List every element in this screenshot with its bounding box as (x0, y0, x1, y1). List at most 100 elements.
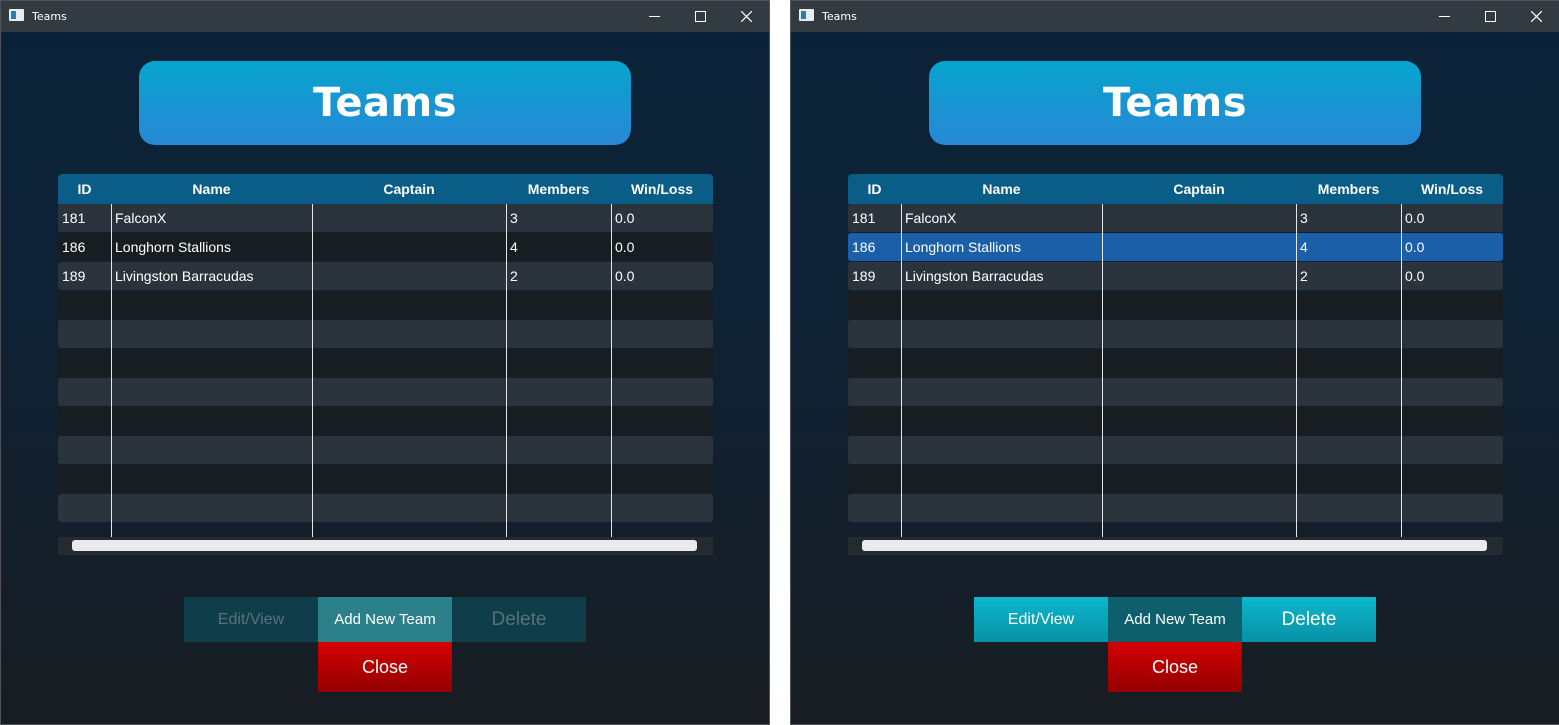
cell-captain (312, 262, 506, 290)
cell-id: 186 (852, 239, 876, 255)
empty-row (848, 378, 1503, 406)
page-header: Teams (139, 61, 631, 145)
minimize-icon[interactable] (1421, 1, 1467, 32)
page-title: Teams (1102, 80, 1248, 126)
cell-members: 2 (510, 268, 518, 284)
add-new-team-button[interactable]: Add New Team (318, 597, 452, 642)
table-row-selected[interactable]: 186 Longhorn Stallions 4 0.0 (848, 233, 1503, 261)
teams-table[interactable]: ID Name Captain Members Win/Loss 181 Fal… (848, 174, 1503, 555)
cell-id: 181 (62, 210, 86, 226)
scrollbar-thumb[interactable] (72, 540, 697, 551)
app-icon (799, 9, 814, 21)
cell-captain (312, 204, 506, 232)
column-divider (611, 204, 612, 537)
maximize-icon[interactable] (677, 1, 723, 32)
empty-row (58, 494, 713, 522)
column-header-winloss[interactable]: Win/Loss (611, 174, 713, 204)
empty-row (58, 407, 713, 435)
title-bar[interactable]: Teams (791, 1, 1559, 32)
empty-row (848, 320, 1503, 348)
cell-name: FalconX (115, 210, 167, 226)
close-icon[interactable] (1513, 1, 1559, 32)
column-header-captain[interactable]: Captain (1102, 174, 1296, 204)
empty-row (848, 436, 1503, 464)
column-divider (111, 204, 112, 537)
app-icon (9, 9, 24, 21)
close-icon[interactable] (723, 1, 769, 32)
empty-row (58, 349, 713, 377)
teams-window-2: Teams Teams ID Name Captain Members Win/… (790, 0, 1559, 725)
close-button[interactable]: Close (318, 642, 452, 692)
cell-winloss: 0.0 (1405, 268, 1425, 284)
cell-id: 181 (852, 210, 876, 226)
cell-name: Longhorn Stallions (905, 239, 1021, 255)
cell-winloss: 0.0 (1405, 239, 1425, 255)
cell-name: FalconX (905, 210, 957, 226)
minimize-icon[interactable] (631, 1, 677, 32)
scrollbar-thumb[interactable] (862, 540, 1487, 551)
edit-view-button[interactable]: Edit/View (974, 597, 1108, 642)
cell-members: 3 (1300, 210, 1308, 226)
cell-captain (1102, 204, 1296, 232)
empty-row (58, 320, 713, 348)
empty-row (848, 291, 1503, 319)
column-divider (312, 204, 313, 537)
title-bar[interactable]: Teams (1, 1, 769, 32)
cell-name: Livingston Barracudas (905, 268, 1044, 284)
table-row[interactable]: 181 FalconX 3 0.0 (848, 204, 1503, 232)
cell-winloss: 0.0 (1405, 210, 1425, 226)
column-header-members[interactable]: Members (506, 174, 611, 204)
horizontal-scrollbar[interactable] (58, 537, 713, 555)
table-row[interactable]: 186 Longhorn Stallions 4 0.0 (58, 233, 713, 261)
delete-button[interactable]: Delete (452, 597, 586, 642)
column-header-captain[interactable]: Captain (312, 174, 506, 204)
column-header-name[interactable]: Name (111, 174, 312, 204)
add-new-team-button[interactable]: Add New Team (1108, 597, 1242, 642)
cell-members: 3 (510, 210, 518, 226)
cell-id: 189 (852, 268, 876, 284)
column-divider (506, 204, 507, 537)
cell-captain (1102, 262, 1296, 290)
cell-captain (312, 233, 506, 261)
teams-window-1: Teams Teams ID Name Captain Members Win/… (0, 0, 770, 725)
edit-view-button[interactable]: Edit/View (184, 597, 318, 642)
column-header-id[interactable]: ID (848, 174, 901, 204)
cell-name: Longhorn Stallions (115, 239, 231, 255)
empty-row (848, 465, 1503, 493)
cell-id: 189 (62, 268, 86, 284)
cell-name: Livingston Barracudas (115, 268, 254, 284)
page-title: Teams (312, 80, 458, 126)
table-row[interactable]: 189 Livingston Barracudas 2 0.0 (58, 262, 713, 290)
column-header-winloss[interactable]: Win/Loss (1401, 174, 1503, 204)
delete-button[interactable]: Delete (1242, 597, 1376, 642)
window-title: Teams (32, 10, 67, 23)
horizontal-scrollbar[interactable] (848, 537, 1503, 555)
maximize-icon[interactable] (1467, 1, 1513, 32)
table-row[interactable]: 181 FalconX 3 0.0 (58, 204, 713, 232)
table-header: ID Name Captain Members Win/Loss (58, 174, 713, 204)
column-header-id[interactable]: ID (58, 174, 111, 204)
column-header-members[interactable]: Members (1296, 174, 1401, 204)
column-divider (1102, 204, 1103, 537)
teams-table[interactable]: ID Name Captain Members Win/Loss 181 Fal… (58, 174, 713, 555)
page-header: Teams (929, 61, 1421, 145)
close-button[interactable]: Close (1108, 642, 1242, 692)
cell-id: 186 (62, 239, 86, 255)
table-row[interactable]: 189 Livingston Barracudas 2 0.0 (848, 262, 1503, 290)
empty-row (58, 465, 713, 493)
empty-row (848, 494, 1503, 522)
table-header: ID Name Captain Members Win/Loss (848, 174, 1503, 204)
cell-winloss: 0.0 (615, 268, 635, 284)
cell-captain (1102, 233, 1296, 261)
column-divider (1296, 204, 1297, 537)
cell-winloss: 0.0 (615, 239, 635, 255)
column-divider (901, 204, 902, 537)
column-header-name[interactable]: Name (901, 174, 1102, 204)
empty-row (58, 291, 713, 319)
column-divider (1401, 204, 1402, 537)
cell-members: 4 (510, 239, 518, 255)
cell-winloss: 0.0 (615, 210, 635, 226)
cell-members: 4 (1300, 239, 1308, 255)
empty-row (58, 378, 713, 406)
cell-members: 2 (1300, 268, 1308, 284)
